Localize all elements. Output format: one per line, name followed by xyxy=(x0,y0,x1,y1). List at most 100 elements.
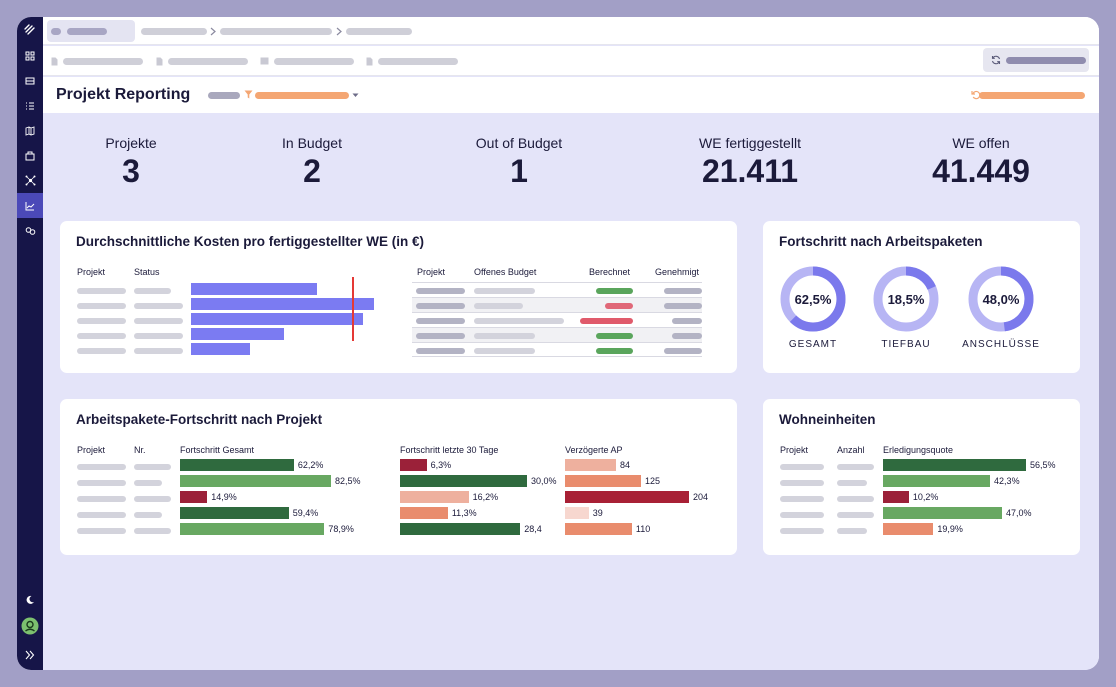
donut-anschlüsse[interactable]: 48,0% ANSCHLÜSSE xyxy=(956,265,1046,350)
avatar[interactable] xyxy=(17,612,43,640)
donut-tiefbau[interactable]: 18,5% TIEFBAU xyxy=(861,265,951,350)
anzahl-placeholder xyxy=(837,480,867,486)
erledigungsquote-value: 47,0% xyxy=(1005,508,1032,518)
tab-4[interactable] xyxy=(366,56,458,66)
tab-3[interactable] xyxy=(260,56,354,66)
letzte30-bar[interactable] xyxy=(400,523,521,535)
nr-placeholder xyxy=(134,464,171,470)
breadcrumb-home[interactable] xyxy=(47,20,135,42)
kpi-value: 3 xyxy=(122,153,140,189)
erledigungsquote-bar[interactable] xyxy=(883,475,991,487)
card-title: Fortschritt nach Arbeitspaketen xyxy=(779,234,983,249)
cost-bar[interactable] xyxy=(191,298,374,310)
gesamt-bar[interactable] xyxy=(180,459,294,471)
genehmigt-placeholder xyxy=(672,333,702,339)
project-name-placeholder xyxy=(77,496,126,502)
donut-gesamt[interactable]: 62,5% GESAMT xyxy=(768,265,858,350)
kpi-row: Projekte 3 In Budget 2 Out of Budget 1 W… xyxy=(43,113,1099,223)
erledigungsquote-bar[interactable] xyxy=(883,491,909,503)
column-header: Projekt xyxy=(417,267,446,277)
table-divider xyxy=(412,356,702,357)
cost-bar[interactable] xyxy=(191,283,318,295)
reporting-chart-icon[interactable] xyxy=(17,193,43,218)
inbox-icon[interactable] xyxy=(17,68,43,93)
nr-placeholder xyxy=(134,496,171,502)
gesamt-value: 78,9% xyxy=(328,524,354,534)
moon-icon[interactable] xyxy=(17,587,43,612)
verzoegert-value: 84 xyxy=(620,460,631,470)
refresh-icon xyxy=(991,55,1001,65)
genehmigt-placeholder xyxy=(664,348,702,354)
verzoegert-value: 110 xyxy=(635,524,651,534)
page-title: Projekt Reporting xyxy=(56,86,191,103)
project-name-placeholder xyxy=(780,512,824,518)
column-header: Projekt xyxy=(77,445,106,455)
gesamt-bar[interactable] xyxy=(180,507,289,519)
filter-dropdown[interactable] xyxy=(255,92,349,99)
verzoegert-bar[interactable] xyxy=(565,459,617,471)
logo-icon[interactable] xyxy=(17,17,43,43)
chevron-right-icon xyxy=(210,27,216,36)
column-header: Offenes Budget xyxy=(474,267,537,277)
erledigungsquote-bar[interactable] xyxy=(883,523,934,535)
erledigungsquote-bar[interactable] xyxy=(883,507,1002,519)
donut-label: TIEFBAU xyxy=(881,339,931,350)
sidebar xyxy=(17,17,43,670)
gesamt-bar[interactable] xyxy=(180,475,331,487)
budget-placeholder xyxy=(474,318,564,324)
image-icon xyxy=(260,57,269,65)
expand-sidebar-icon[interactable] xyxy=(17,640,43,670)
verzoegert-bar[interactable] xyxy=(565,475,641,487)
project-name-placeholder xyxy=(780,496,824,502)
letzte30-bar[interactable] xyxy=(400,459,427,471)
document-icon xyxy=(156,57,163,65)
project-name-placeholder xyxy=(780,464,824,470)
budget-placeholder xyxy=(474,303,523,309)
breadcrumb-item[interactable] xyxy=(220,28,332,35)
project-name-placeholder xyxy=(77,512,126,518)
breadcrumb-item[interactable] xyxy=(141,28,207,35)
column-header: Projekt xyxy=(780,445,809,455)
berechnet-indicator xyxy=(580,318,633,324)
project-name-placeholder xyxy=(77,318,126,324)
cost-bar[interactable] xyxy=(191,343,250,355)
cost-bar[interactable] xyxy=(191,328,285,340)
gesamt-bar[interactable] xyxy=(180,523,325,535)
tab-1[interactable] xyxy=(51,56,143,66)
dashboard-icon[interactable] xyxy=(17,43,43,68)
erledigungsquote-bar[interactable] xyxy=(883,459,1026,471)
refresh-button[interactable] xyxy=(983,48,1089,72)
verzoegert-bar[interactable] xyxy=(565,491,689,503)
project-name-placeholder xyxy=(416,288,465,294)
verzoegert-bar[interactable] xyxy=(565,507,589,519)
project-name-placeholder xyxy=(416,333,465,339)
gesamt-bar[interactable] xyxy=(180,491,208,503)
chevron-down-icon[interactable] xyxy=(352,93,359,98)
workpackage-progress-card: Arbeitspakete-Fortschritt nach Projekt P… xyxy=(60,399,737,555)
kpi-value: 2 xyxy=(303,153,321,189)
letzte30-bar[interactable] xyxy=(400,475,527,487)
cost-bar[interactable] xyxy=(191,313,364,325)
card-title: Arbeitspakete-Fortschritt nach Projekt xyxy=(76,412,323,427)
column-header: Fortschritt letzte 30 Tage xyxy=(400,445,499,455)
budget-placeholder xyxy=(474,348,535,354)
kpi-in-budget: In Budget 2 xyxy=(212,135,412,190)
reference-line xyxy=(352,277,355,341)
checklist-icon[interactable] xyxy=(17,93,43,118)
berechnet-indicator xyxy=(596,348,633,354)
tab-2[interactable] xyxy=(156,56,248,66)
letzte30-bar[interactable] xyxy=(400,507,448,519)
wohneinheiten-card: Wohneinheiten Projekt Anzahl Erledigungs… xyxy=(763,399,1080,555)
letzte30-bar[interactable] xyxy=(400,491,469,503)
erledigungsquote-value: 10,2% xyxy=(912,492,939,502)
reset-filter-button[interactable] xyxy=(979,92,1085,99)
link-icon[interactable] xyxy=(17,218,43,243)
berechnet-indicator xyxy=(605,303,633,309)
breadcrumb-item[interactable] xyxy=(346,28,412,35)
project-name-placeholder xyxy=(780,480,824,486)
project-name-placeholder xyxy=(780,528,824,534)
column-header: Fortschritt Gesamt xyxy=(180,445,255,455)
column-header: Verzögerte AP xyxy=(565,445,623,455)
verzoegert-bar[interactable] xyxy=(565,523,632,535)
filter-chip[interactable] xyxy=(208,92,240,99)
